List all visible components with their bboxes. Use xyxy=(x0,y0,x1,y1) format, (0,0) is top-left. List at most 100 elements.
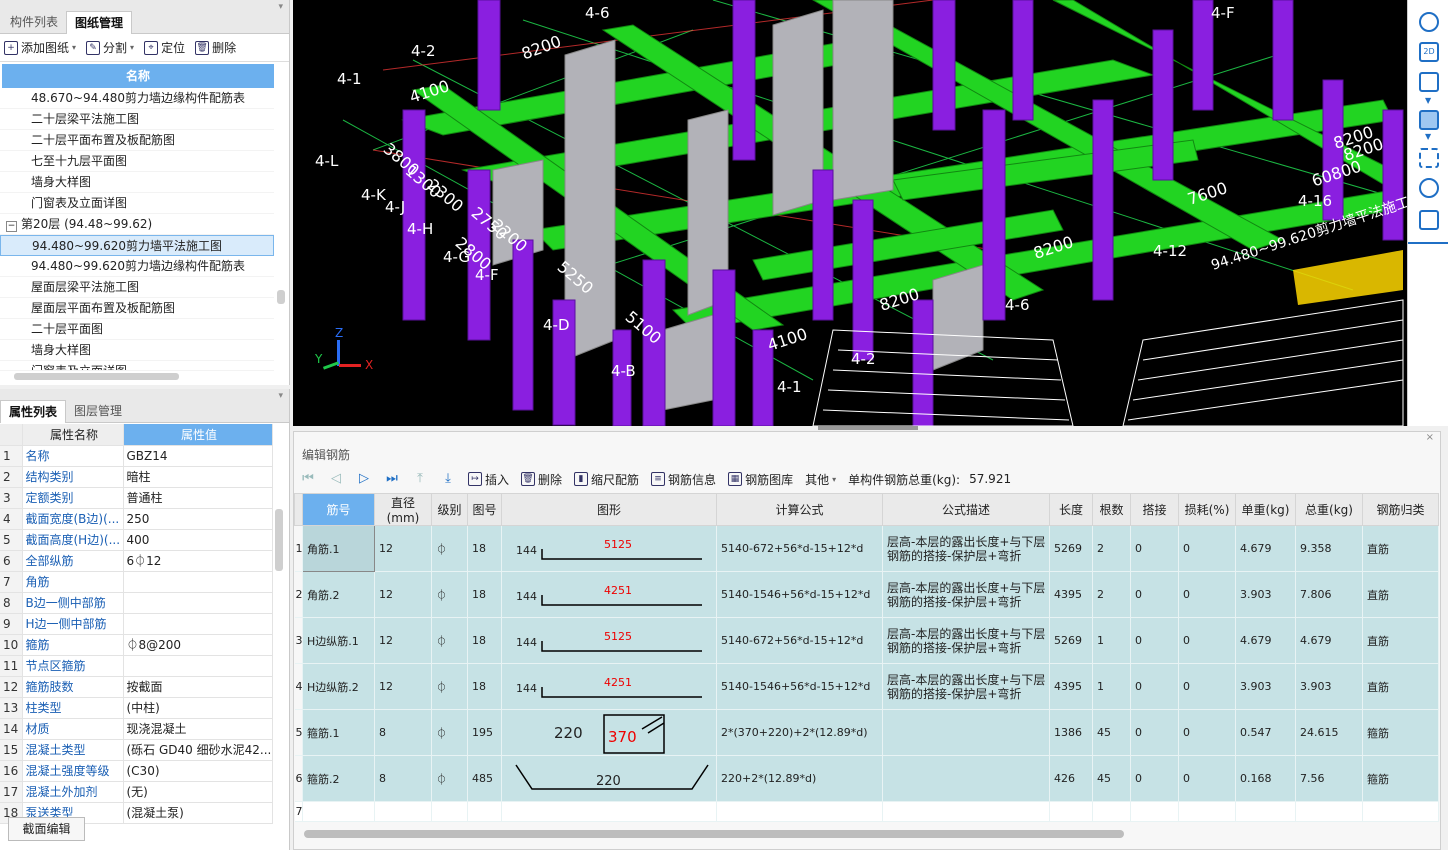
rebar-cell-dia[interactable]: 12 xyxy=(374,663,432,710)
locate-button[interactable]: ⌖ 定位 xyxy=(144,39,185,56)
move-down-icon[interactable]: ⤓ xyxy=(440,471,456,487)
rebar-cell-grade[interactable]: ⏀ xyxy=(431,525,468,572)
other-menu-button[interactable]: 其他 ▾ xyxy=(805,471,836,488)
list-item-selected[interactable]: 94.480~99.620剪力墙平法施工图 xyxy=(0,235,274,256)
empty-cell[interactable] xyxy=(501,801,717,822)
list-item[interactable]: 门窗表及立面详图 xyxy=(0,193,274,214)
property-value[interactable]: (无) xyxy=(123,781,273,803)
rebar-library-button[interactable]: ▦ 钢筋图库 xyxy=(728,471,793,488)
rebar-cell-dia[interactable]: 8 xyxy=(374,709,432,756)
rebar-column-header[interactable]: 损耗(%) xyxy=(1178,493,1236,526)
rebar-cell-formula[interactable]: 5140-1546+56*d-15+12*d xyxy=(716,663,883,710)
rebar-column-header[interactable]: 根数 xyxy=(1092,493,1131,526)
cube-icon[interactable] xyxy=(1419,72,1439,92)
rebar-cell-lap[interactable]: 0 xyxy=(1130,755,1179,802)
property-value[interactable]: ⏀8@200 xyxy=(123,634,273,656)
list-item[interactable]: 屋面层平面布置及板配筋图 xyxy=(0,298,274,319)
delete-rebar-button[interactable]: 🗑 删除 xyxy=(521,471,562,488)
rebar-cell-lap[interactable]: 0 xyxy=(1130,617,1179,664)
property-value[interactable]: GBZ14 xyxy=(123,445,273,467)
property-value[interactable]: (混凝土泵) xyxy=(123,802,273,824)
table-row-empty[interactable]: 7 xyxy=(294,801,1439,822)
rebar-cell-unit[interactable]: 3.903 xyxy=(1235,663,1296,710)
list-item[interactable]: 二十层梁平法施工图 xyxy=(0,109,274,130)
collapse-icon[interactable]: − xyxy=(6,221,17,232)
rebar-cell-len[interactable]: 426 xyxy=(1049,755,1093,802)
rebar-cell-name[interactable]: 角筋.1 xyxy=(302,525,375,572)
property-value[interactable]: 按截面 xyxy=(123,676,273,698)
rebar-shape-cell[interactable]: 144 5125 xyxy=(501,617,717,664)
empty-cell[interactable] xyxy=(716,801,883,822)
rebar-cell-fig[interactable]: 18 xyxy=(467,663,502,710)
empty-cell[interactable] xyxy=(1362,801,1439,822)
rebar-cell-dia[interactable]: 8 xyxy=(374,755,432,802)
rebar-shape-cell[interactable]: 144 4251 xyxy=(501,571,717,618)
property-value[interactable]: 现浇混凝土 xyxy=(123,718,273,740)
property-value[interactable]: 普通柱 xyxy=(123,487,273,509)
rebar-cell-cat[interactable]: 箍筋 xyxy=(1362,755,1439,802)
rebar-cell-desc[interactable] xyxy=(882,755,1050,802)
rebar-cell-lap[interactable]: 0 xyxy=(1130,525,1179,572)
rebar-cell-cnt[interactable]: 2 xyxy=(1092,525,1131,572)
panel-pin-icon[interactable]: ▾ xyxy=(278,2,283,12)
property-row[interactable]: 4 截面宽度(B边)(... 250 xyxy=(0,508,273,530)
rebar-cell-formula[interactable]: 5140-672+56*d-15+12*d xyxy=(716,525,883,572)
rebar-table-hscrollbar[interactable] xyxy=(304,830,1124,838)
property-value[interactable] xyxy=(123,592,273,614)
rebar-cell-grade[interactable]: ⏀ xyxy=(431,571,468,618)
rebar-cell-dia[interactable]: 12 xyxy=(374,525,432,572)
property-row[interactable]: 9 H边一侧中部筋 xyxy=(0,613,273,635)
property-value[interactable]: 250 xyxy=(123,508,273,530)
empty-cell[interactable] xyxy=(1092,801,1131,822)
view-2d-icon[interactable]: 2D xyxy=(1419,42,1439,62)
rebar-cell-len[interactable]: 5269 xyxy=(1049,617,1093,664)
empty-cell[interactable] xyxy=(1130,801,1179,822)
move-up-icon[interactable]: ⤒ xyxy=(412,471,428,487)
rebar-cell-cat[interactable]: 直筋 xyxy=(1362,663,1439,710)
rebar-cell-desc[interactable]: 层高-本层的露出长度+与下层钢筋的搭接-保护层+弯折 xyxy=(882,571,1050,618)
add-drawing-button[interactable]: + 添加图纸 ▾ xyxy=(4,39,76,56)
close-icon[interactable]: × xyxy=(1426,432,1434,443)
rebar-cell-formula[interactable]: 220+2*(12.89*d) xyxy=(716,755,883,802)
table-row[interactable]: 3 H边纵筋.1 12 ⏀ 18 144 5125 5140-672+56*d-15+12*d… xyxy=(294,617,1439,664)
rebar-shape-cell[interactable]: 144 5125 xyxy=(501,525,717,572)
empty-cell[interactable] xyxy=(467,801,502,822)
chevron-down-icon[interactable]: ▼ xyxy=(1425,96,1431,105)
tab-layer-management[interactable]: 图层管理 xyxy=(66,400,130,423)
list-item[interactable]: 二十层平面图 xyxy=(0,319,274,340)
scale-rebar-button[interactable]: ▮ 缩尺配筋 xyxy=(574,471,639,488)
property-row[interactable]: 7 角筋 xyxy=(0,571,273,593)
empty-cell[interactable] xyxy=(1295,801,1363,822)
rebar-cell-total[interactable]: 9.358 xyxy=(1295,525,1363,572)
property-value[interactable]: (砾石 GD40 细砂水泥42... xyxy=(123,739,273,761)
table-row[interactable]: 4 H边纵筋.2 12 ⏀ 18 144 4251 5140-1546+56*d-15+12*… xyxy=(294,663,1439,710)
rebar-cell-dia[interactable]: 12 xyxy=(374,571,432,618)
property-row[interactable]: 13 柱类型 (中柱) xyxy=(0,697,273,719)
rebar-shape-cell[interactable]: 220 370 xyxy=(501,709,717,756)
cad-3d-viewport[interactable]: 94.480~99.620剪力墙平法施工图 4-6 4-2 4-1 4-L 4-K 4-J… xyxy=(293,0,1407,426)
table-row[interactable]: 5 箍筋.1 8 ⏀ 195 220 370 2*(370+220)+2*(12.89*d) 1… xyxy=(294,709,1439,756)
rebar-cell-cat[interactable]: 直筋 xyxy=(1362,617,1439,664)
property-value[interactable]: (C30) xyxy=(123,760,273,782)
list-item[interactable]: 二十层平面布置及板配筋图 xyxy=(0,130,274,151)
rebar-cell-cat[interactable]: 箍筋 xyxy=(1362,709,1439,756)
list-item[interactable]: 七至十九层平面图 xyxy=(0,151,274,172)
next-row-icon[interactable]: ▷ xyxy=(356,471,372,487)
rebar-cell-dia[interactable]: 12 xyxy=(374,617,432,664)
rebar-cell-len[interactable]: 5269 xyxy=(1049,525,1093,572)
panel-pin-icon[interactable]: ▾ xyxy=(278,391,283,401)
rebar-cell-unit[interactable]: 4.679 xyxy=(1235,617,1296,664)
rebar-column-header[interactable]: 公式描述 xyxy=(882,493,1050,526)
orbit-icon[interactable] xyxy=(1419,12,1439,32)
property-value[interactable] xyxy=(123,655,273,677)
fullscreen-icon[interactable] xyxy=(1419,148,1439,168)
property-row[interactable]: 16 混凝土强度等级 (C30) xyxy=(0,760,273,782)
rebar-column-header[interactable]: 长度 xyxy=(1049,493,1093,526)
rebar-cell-fig[interactable]: 18 xyxy=(467,525,502,572)
rebar-column-header[interactable]: 钢筋归类 xyxy=(1362,493,1439,526)
empty-cell[interactable] xyxy=(302,801,375,822)
rebar-cell-total[interactable]: 7.806 xyxy=(1295,571,1363,618)
property-row[interactable]: 8 B边一侧中部筋 xyxy=(0,592,273,614)
rebar-column-header[interactable]: 总重(kg) xyxy=(1295,493,1363,526)
rebar-cell-loss[interactable]: 0 xyxy=(1178,709,1236,756)
